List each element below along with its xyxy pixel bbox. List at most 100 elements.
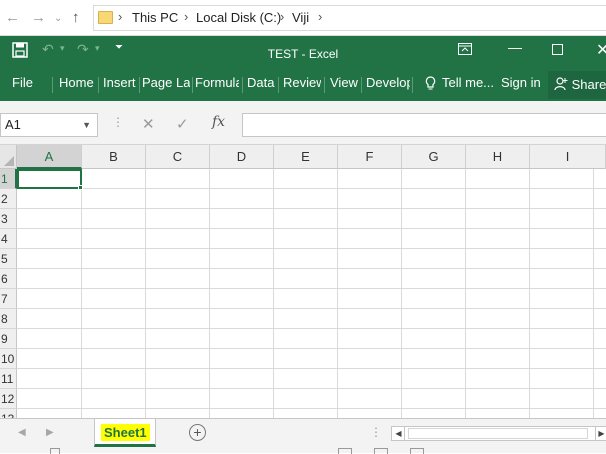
row-header-4[interactable]: 4	[0, 229, 17, 249]
page-break-view-icon[interactable]	[410, 448, 424, 454]
breadcrumb-separator-icon[interactable]: ›	[184, 9, 188, 24]
breadcrumb-separator-icon[interactable]: ›	[280, 9, 284, 24]
tab-developer[interactable]: Developer	[366, 69, 410, 99]
address-box[interactable]: › This PC › Local Disk (C:) › Viji ›	[93, 5, 606, 31]
formula-bar: A1 ▼ ⋮ ✕ ✓ fx	[0, 101, 606, 145]
row-header-3[interactable]: 3	[0, 209, 17, 229]
forward-arrow-icon[interactable]: →	[31, 8, 46, 28]
scroll-right-arrow-icon[interactable]: ▶	[595, 427, 606, 440]
row-header-8[interactable]: 8	[0, 309, 17, 329]
up-arrow-icon[interactable]: ↑	[72, 8, 80, 28]
worksheet-grid[interactable]: A B C D E F G H I 1 2 3 4 5 6 7 8 9 10 1…	[0, 145, 606, 418]
breadcrumb-separator-icon[interactable]: ›	[118, 9, 122, 24]
tab-insert[interactable]: Insert	[103, 69, 136, 99]
recent-locations-chevron-icon[interactable]: ⌄	[54, 9, 62, 29]
gridline	[465, 169, 466, 418]
share-button[interactable]: Share	[548, 71, 606, 99]
maximize-icon[interactable]	[552, 42, 563, 58]
gridline	[273, 169, 274, 418]
tab-home[interactable]: Home	[59, 69, 95, 99]
close-icon[interactable]: ✕	[596, 40, 606, 60]
cancel-formula-icon[interactable]: ✕	[142, 115, 155, 133]
tab-separator	[324, 77, 325, 93]
row-header-12[interactable]: 12	[0, 389, 17, 409]
gridline	[81, 169, 82, 418]
row-header-6[interactable]: 6	[0, 269, 17, 289]
sheet-tab-bar: ◀ ▶ Sheet1 + ⋮ ◀ ▶	[0, 418, 606, 454]
row-header-5[interactable]: 5	[0, 249, 17, 269]
gridline	[145, 169, 146, 418]
horizontal-scrollbar[interactable]: ◀ ▶	[391, 426, 606, 441]
ribbon-display-options-icon[interactable]	[458, 42, 472, 58]
tab-data[interactable]: Data	[247, 69, 275, 99]
lightbulb-icon	[425, 69, 439, 99]
sign-in-link[interactable]: Sign in	[501, 69, 541, 99]
gridline	[17, 248, 606, 249]
row-header-7[interactable]: 7	[0, 289, 17, 309]
breadcrumb-viji[interactable]: Viji	[292, 10, 309, 26]
column-header-a[interactable]: A	[17, 145, 82, 169]
tab-formulas[interactable]: Formulas	[195, 69, 239, 99]
tab-view[interactable]: View	[330, 69, 358, 99]
breadcrumb-local-disk[interactable]: Local Disk (C:)	[196, 10, 281, 26]
gridline	[17, 208, 606, 209]
row-header-13[interactable]: 13	[0, 409, 17, 418]
tab-separator	[361, 77, 362, 93]
gridline	[17, 388, 606, 389]
gridline	[529, 169, 530, 418]
sheet-tab-sheet1[interactable]: Sheet1	[94, 419, 156, 447]
column-header-h[interactable]: H	[466, 145, 530, 169]
column-header-g[interactable]: G	[402, 145, 466, 169]
column-header-d[interactable]: D	[210, 145, 274, 169]
name-box[interactable]: A1 ▼	[0, 113, 98, 137]
gridline	[17, 288, 606, 289]
gridline	[17, 328, 606, 329]
gridline	[593, 169, 594, 418]
tab-separator	[242, 77, 243, 93]
column-header-c[interactable]: C	[146, 145, 210, 169]
active-cell-a1[interactable]	[17, 169, 82, 189]
row-header-10[interactable]: 10	[0, 349, 17, 369]
fill-handle[interactable]	[78, 185, 83, 190]
add-person-icon	[554, 71, 568, 99]
name-box-value: A1	[5, 117, 21, 132]
breadcrumb-this-pc[interactable]: This PC	[132, 10, 178, 26]
gridline	[17, 408, 606, 409]
scrollbar-thumb[interactable]	[408, 428, 588, 439]
new-sheet-plus-icon[interactable]: +	[189, 424, 206, 441]
formula-bar-resize-handle[interactable]: ⋮	[112, 115, 124, 129]
sheet-tab-label: Sheet1	[101, 424, 150, 441]
column-header-i[interactable]: I	[530, 145, 606, 169]
enter-formula-icon[interactable]: ✓	[176, 115, 189, 133]
normal-view-icon[interactable]	[338, 448, 352, 454]
tab-separator	[98, 77, 99, 93]
select-all-corner[interactable]	[0, 145, 17, 169]
minimize-icon[interactable]: —	[508, 39, 522, 55]
tab-split-handle[interactable]: ⋮	[370, 425, 382, 439]
tab-separator	[139, 77, 140, 93]
insert-function-icon[interactable]: fx	[212, 114, 225, 130]
back-arrow-icon[interactable]: ←	[5, 8, 20, 28]
column-header-f[interactable]: F	[338, 145, 402, 169]
formula-input[interactable]	[242, 113, 606, 137]
column-header-e[interactable]: E	[274, 145, 338, 169]
row-header-2[interactable]: 2	[0, 189, 17, 209]
column-header-b[interactable]: B	[82, 145, 146, 169]
row-header-1[interactable]: 1	[0, 169, 17, 189]
chevron-down-icon[interactable]: ▼	[82, 114, 91, 136]
scroll-sheets-right-icon[interactable]: ▶	[46, 427, 54, 438]
breadcrumb-separator-icon[interactable]: ›	[318, 9, 322, 24]
status-indicator-icon	[50, 448, 60, 454]
tab-separator	[278, 77, 279, 93]
row-header-9[interactable]: 9	[0, 329, 17, 349]
page-layout-view-icon[interactable]	[374, 448, 388, 454]
scroll-sheets-left-icon[interactable]: ◀	[18, 427, 26, 438]
tab-file[interactable]: File	[12, 69, 33, 99]
tab-review[interactable]: Review	[283, 69, 321, 99]
row-header-11[interactable]: 11	[0, 369, 17, 389]
tab-page-layout[interactable]: Page Layout	[142, 69, 190, 99]
excel-title-bar: ↶ ▾ ↷ ▾ ⏷ TEST - Excel — ✕ File Home Ins…	[0, 36, 606, 101]
gridline	[209, 169, 210, 418]
tell-me-search[interactable]: Tell me...	[442, 69, 494, 99]
scroll-left-arrow-icon[interactable]: ◀	[393, 427, 405, 440]
